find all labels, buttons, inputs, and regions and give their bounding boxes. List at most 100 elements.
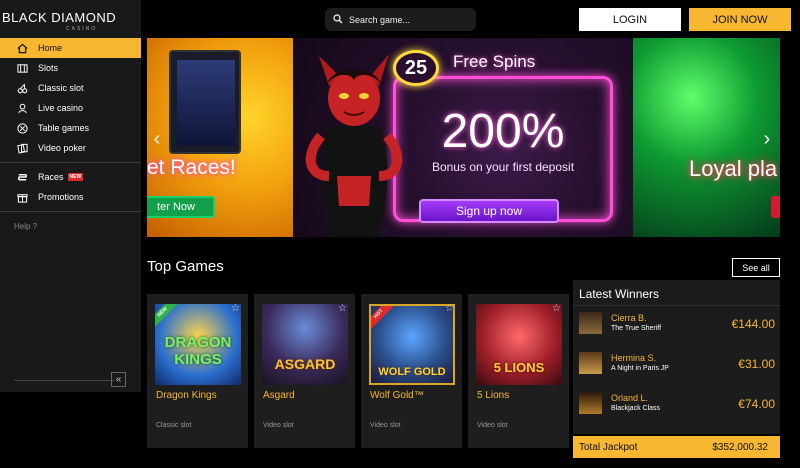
promo-slide-loyalty[interactable]: Loyal pla (633, 38, 780, 237)
sidebar-item-label: Live casino (38, 103, 84, 113)
game-thumbnail[interactable]: 5 LIONS (476, 304, 562, 385)
game-thumbnail[interactable]: WOLF GOLD HOT (369, 304, 455, 385)
cherry-icon (16, 82, 28, 94)
sidebar: BLACK DIAMOND CASINO Home Slots Classic … (0, 0, 141, 392)
winner-row[interactable]: Cierra B. The True Sheriff €144.00 (579, 312, 775, 334)
winner-game-thumbnail (579, 312, 602, 334)
bonus-subtitle: Bonus on your first deposit (431, 160, 575, 174)
gift-icon (16, 191, 28, 203)
join-now-button[interactable]: JOIN NOW (689, 8, 791, 31)
carousel-next-icon[interactable]: › (759, 128, 775, 151)
races-icon (16, 171, 28, 183)
chip-icon (16, 122, 28, 134)
favorite-star-icon[interactable]: ☆ (445, 303, 454, 314)
loyalty-cta-button[interactable] (771, 196, 780, 218)
game-card-asgard[interactable]: ASGARD ☆ Asgard Video slot (254, 294, 355, 448)
sidebar-item-classic-slot[interactable]: Classic slot (0, 78, 141, 98)
game-thumbnail[interactable]: ASGARD (262, 304, 348, 385)
total-jackpot-bar: Total Jackpot $352,000.32 (573, 436, 780, 458)
winner-row[interactable]: Hermina S. A Night in Paris JP €31.00 (579, 352, 775, 374)
enter-now-button[interactable]: ter Now (147, 196, 215, 218)
sidebar-item-label: Races (38, 172, 64, 182)
sidebar-item-table-games[interactable]: Table games (0, 118, 141, 138)
slide-headline: Loyal pla (689, 156, 778, 181)
winner-game: The True Sheriff (611, 325, 662, 332)
tablet-image (169, 50, 241, 154)
game-name[interactable]: 5 Lions (477, 390, 509, 401)
game-card-dragon-kings[interactable]: DRAGON KINGS NEW ☆ Dragon Kings Classic … (147, 294, 248, 448)
devil-character-image (305, 54, 403, 237)
game-category: Video slot (477, 422, 508, 429)
game-category: Classic slot (156, 422, 192, 429)
slots-icon (16, 62, 28, 74)
favorite-star-icon[interactable]: ☆ (231, 303, 240, 314)
jackpot-value: $352,000.32 (712, 441, 768, 453)
sidebar-item-races[interactable]: Races NEW (0, 167, 141, 187)
winner-game: Blackjack Class (611, 405, 661, 412)
promo-slide-races[interactable]: et Races! ter Now (147, 38, 293, 237)
sidebar-item-promotions[interactable]: Promotions (0, 187, 141, 207)
sidebar-divider (0, 162, 141, 163)
cards-icon (16, 142, 28, 154)
top-games-title: Top Games (147, 258, 224, 275)
sidebar-nav: Home Slots Classic slot Live casino Tabl… (0, 38, 141, 216)
jackpot-label: Total Jackpot (579, 441, 638, 453)
game-name[interactable]: Asgard (263, 390, 295, 401)
new-badge: NEW (67, 173, 84, 181)
sidebar-item-slots[interactable]: Slots (0, 58, 141, 78)
sidebar-item-label: Table games (38, 123, 90, 133)
winner-amount: €31.00 (738, 357, 775, 371)
winner-name: Hermina S. (611, 353, 657, 363)
winner-amount: €74.00 (738, 397, 775, 411)
game-card-5-lions[interactable]: 5 LIONS ☆ 5 Lions Video slot (468, 294, 569, 448)
collapse-sidebar-button[interactable]: « (111, 372, 126, 387)
home-icon (16, 42, 28, 54)
sidebar-item-label: Slots (38, 63, 59, 73)
hot-ribbon: HOT (371, 306, 397, 332)
thumbnail-title: 5 LIONS (493, 360, 545, 375)
favorite-star-icon[interactable]: ☆ (552, 303, 561, 314)
latest-winners-panel: Latest Winners Cierra B. The True Sherif… (573, 280, 780, 434)
thumbnail-title: ASGARD (274, 356, 336, 372)
search-input[interactable] (349, 14, 469, 25)
login-button[interactable]: LOGIN (579, 8, 681, 31)
brand-name: BLACK DIAMOND (2, 10, 117, 25)
search-box[interactable] (325, 8, 476, 31)
winner-game: A Night in Paris JP (611, 365, 669, 372)
free-spins-label: Free Spins (453, 52, 536, 71)
sign-up-now-button[interactable]: Sign up now (419, 199, 559, 223)
help-link[interactable]: Help ? (14, 222, 37, 231)
favorite-star-icon[interactable]: ☆ (338, 303, 347, 314)
free-spins-count: 25 (393, 50, 439, 86)
new-ribbon: NEW (155, 304, 181, 330)
winner-game-thumbnail (579, 352, 602, 374)
sidebar-item-home[interactable]: Home (0, 38, 141, 58)
winner-game-thumbnail (579, 392, 602, 414)
sidebar-divider (0, 211, 141, 212)
carousel-prev-icon[interactable]: ‹ (149, 128, 165, 151)
thumbnail-title: DRAGON KINGS (164, 334, 232, 368)
search-icon (333, 11, 343, 29)
brand-sub: CASINO (66, 26, 98, 32)
slide-headline: et Races! (147, 156, 236, 179)
thumbnail-title: WOLF GOLD (378, 366, 446, 378)
winner-name: Cierra B. (611, 313, 647, 323)
game-thumbnail[interactable]: DRAGON KINGS NEW (155, 304, 241, 385)
winner-row[interactable]: Orland L. Blackjack Class €74.00 (579, 392, 775, 414)
game-category: Video slot (263, 422, 294, 429)
game-card-wolf-gold[interactable]: WOLF GOLD HOT ☆ Wolf Gold™ Video slot (361, 294, 462, 448)
dealer-icon (16, 102, 28, 114)
sidebar-item-label: Promotions (38, 192, 84, 202)
game-name[interactable]: Dragon Kings (156, 390, 217, 401)
see-all-button[interactable]: See all (732, 258, 780, 277)
sidebar-item-label: Video poker (38, 143, 86, 153)
game-name[interactable]: Wolf Gold™ (370, 390, 424, 401)
game-category: Video slot (370, 422, 401, 429)
winners-divider (573, 305, 780, 306)
sidebar-divider (14, 380, 114, 381)
brand-logo[interactable]: BLACK DIAMOND CASINO (2, 10, 140, 32)
sidebar-item-live-casino[interactable]: Live casino (0, 98, 141, 118)
sidebar-item-video-poker[interactable]: Video poker (0, 138, 141, 158)
winner-name: Orland L. (611, 393, 649, 403)
promo-slide-free-spins[interactable]: 25 Free Spins 200% Bonus on your first d… (293, 38, 633, 237)
